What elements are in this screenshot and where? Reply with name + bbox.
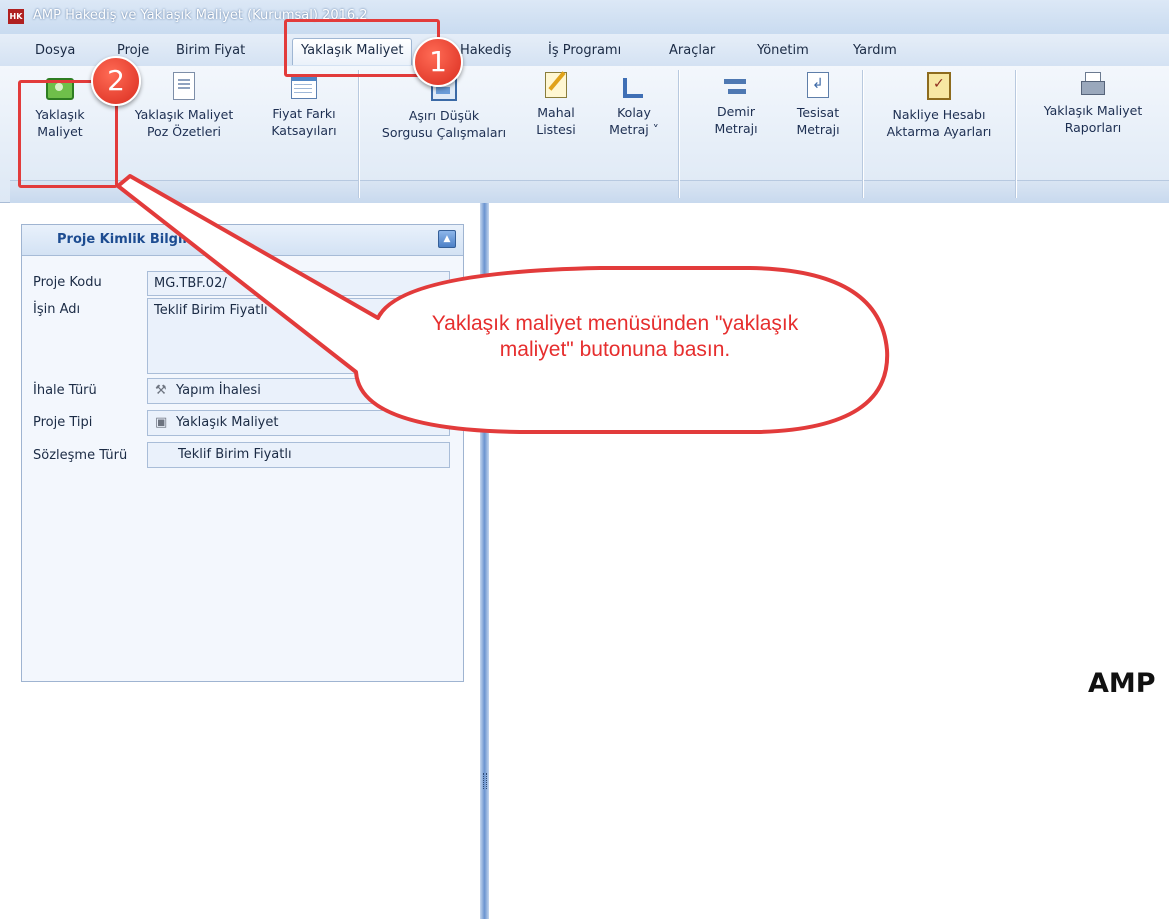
button-label: Kolay bbox=[617, 105, 651, 120]
button-label: Tesisat bbox=[796, 105, 840, 120]
button-label: Raporları bbox=[1064, 120, 1122, 135]
proje-tipi-value: Yaklaşık Maliyet bbox=[176, 415, 279, 430]
step-2-badge: 2 bbox=[91, 56, 141, 106]
ihale-turu-label: İhale Türü bbox=[33, 383, 97, 398]
menu-is-programi[interactable]: İş Programı bbox=[548, 43, 621, 58]
isin-adi-label: İşin Adı bbox=[33, 302, 81, 317]
button-label: Metrajı bbox=[796, 122, 840, 137]
button-label: Mahal bbox=[537, 105, 575, 120]
button-label: Sorgusu Çalışmaları bbox=[381, 125, 507, 140]
menu-birim-fiyat[interactable]: Birim Fiyat bbox=[176, 43, 245, 58]
project-icon: ▣ bbox=[155, 415, 168, 430]
mahal-listesi-button[interactable]: Mahal Listesi bbox=[528, 72, 584, 138]
brand-text: AMP bbox=[1088, 668, 1156, 699]
proje-kodu-field[interactable]: MG.TBF.02/ bbox=[147, 271, 450, 296]
callout-text: Yaklaşık maliyet menüsünden "yaklaşık ma… bbox=[431, 312, 799, 361]
bars-icon bbox=[724, 75, 748, 97]
step-1-badge: 1 bbox=[413, 37, 463, 87]
menu-dosya[interactable]: Dosya bbox=[35, 43, 75, 58]
printer-icon bbox=[1080, 72, 1106, 96]
ihale-turu-value: Yapım İhalesi bbox=[176, 383, 261, 398]
ribbon-separator bbox=[358, 70, 359, 198]
sozlesme-turu-label: Sözleşme Türü bbox=[33, 448, 128, 463]
button-label: Aktarma Ayarları bbox=[886, 124, 992, 139]
kolay-metraj-button[interactable]: Kolay Metraj ˅ bbox=[596, 72, 672, 138]
menu-araclar[interactable]: Araçlar bbox=[669, 43, 715, 58]
table-icon bbox=[291, 75, 317, 99]
button-label: Nakliye Hesabı bbox=[892, 107, 986, 122]
flow-icon bbox=[807, 72, 829, 98]
demir-metraji-button[interactable]: Demir Metrajı bbox=[700, 72, 772, 137]
collapse-icon[interactable]: ▲ bbox=[438, 230, 456, 248]
button-label: Demir bbox=[716, 104, 756, 119]
menu-bar: Dosya Proje Birim Fiyat Yaklaşık Maliyet… bbox=[0, 34, 1169, 66]
edit-icon bbox=[545, 72, 567, 98]
fiyat-farki-button[interactable]: Fiyat Farkı Katsayıları bbox=[258, 72, 350, 139]
ruler-icon bbox=[621, 72, 647, 98]
splitter-grip-icon[interactable] bbox=[483, 773, 487, 789]
proje-tipi-field[interactable]: ▣ Yaklaşık Maliyet bbox=[147, 410, 450, 436]
title-bar: HK AMP Hakediş ve Yaklaşık Maliyet (Kuru… bbox=[0, 0, 1169, 35]
ihale-turu-field[interactable]: ⚒ Yapım İhalesi bbox=[147, 378, 450, 404]
ribbon-group-band bbox=[10, 180, 1169, 203]
button-label: Yaklaşık Maliyet bbox=[1043, 103, 1143, 118]
button-label: Metrajı bbox=[714, 121, 758, 136]
clipboard-icon bbox=[927, 72, 951, 100]
button-label: Fiyat Farkı bbox=[272, 106, 336, 121]
proje-kodu-label: Proje Kodu bbox=[33, 275, 102, 290]
button-label: Poz Özetleri bbox=[146, 124, 222, 139]
menu-hakedis[interactable]: Hakediş bbox=[460, 43, 511, 58]
button-label: Aşırı Düşük bbox=[408, 108, 480, 123]
ribbon-separator bbox=[1015, 70, 1016, 198]
app-logo-icon: HK bbox=[8, 9, 24, 24]
button-label: Yaklaşık Maliyet bbox=[134, 107, 234, 122]
tools-icon: ⚒ bbox=[155, 383, 167, 398]
button-label: Listesi bbox=[536, 122, 576, 137]
sozlesme-turu-field[interactable]: Teklif Birim Fiyatlı bbox=[147, 442, 450, 468]
menu-yonetim[interactable]: Yönetim bbox=[757, 43, 809, 58]
proje-tipi-label: Proje Tipi bbox=[33, 415, 93, 430]
project-info-title: Proje Kimlik Bilgileri bbox=[57, 232, 207, 247]
ribbon-separator bbox=[678, 70, 679, 198]
button-label: Katsayıları bbox=[271, 123, 337, 138]
yaklasik-maliyet-raporlari-button[interactable]: Yaklaşık Maliyet Raporları bbox=[1020, 72, 1166, 136]
project-info-header[interactable]: Proje Kimlik Bilgileri ▲ bbox=[22, 225, 463, 256]
nakliye-hesabi-button[interactable]: Nakliye Hesabı Aktarma Ayarları bbox=[870, 72, 1008, 140]
menu-yardim[interactable]: Yardım bbox=[853, 43, 897, 58]
ribbon-toolbar: Yaklaşık Maliyet Yaklaşık Maliyet Poz Öz… bbox=[0, 66, 1169, 203]
ribbon-separator bbox=[862, 70, 863, 198]
document-icon bbox=[173, 72, 195, 100]
project-info-card: Proje Kimlik Bilgileri ▲ Proje Kodu MG.T… bbox=[21, 224, 464, 682]
tesisat-metraji-button[interactable]: Tesisat Metrajı bbox=[784, 72, 852, 138]
button-label: Metraj ˅ bbox=[609, 122, 659, 137]
